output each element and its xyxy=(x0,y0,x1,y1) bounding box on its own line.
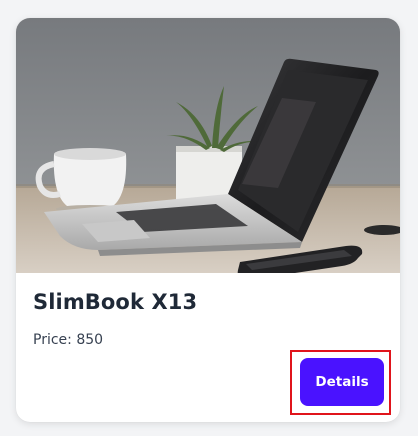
details-button[interactable]: Details xyxy=(300,358,384,406)
product-image xyxy=(16,18,400,273)
product-title: SlimBook X13 xyxy=(33,290,198,314)
product-price: Price: 850 xyxy=(33,332,104,348)
product-card: SlimBook X13 Price: 850 Details xyxy=(16,18,400,422)
